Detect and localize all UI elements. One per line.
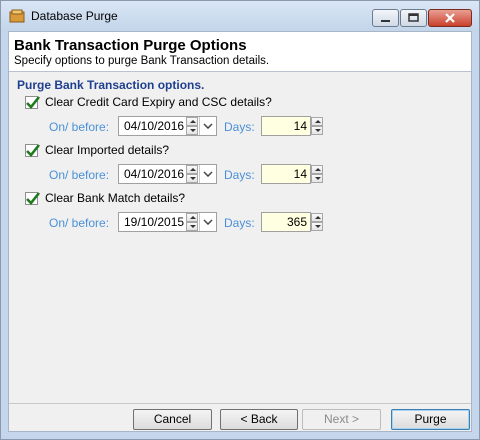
cancel-button[interactable]: Cancel: [133, 409, 212, 430]
minimize-button[interactable]: [372, 9, 399, 27]
imported-checkbox[interactable]: [25, 144, 41, 157]
spin-down-button[interactable]: [311, 126, 323, 135]
spin-up-button[interactable]: [311, 165, 323, 174]
checkmark-icon: [26, 192, 41, 205]
page-title: Bank Transaction Purge Options: [14, 37, 247, 54]
days-value: 365: [286, 215, 307, 229]
database-purge-window: Database Purge Bank Transaction Purge Op…: [0, 0, 480, 440]
credit-card-checkbox-label[interactable]: Clear Credit Card Expiry and CSC details…: [45, 95, 272, 109]
days-label: Days:: [224, 216, 255, 230]
maximize-button[interactable]: [400, 9, 427, 27]
days-spinner[interactable]: [311, 165, 323, 183]
date-value: 04/10/2016: [124, 167, 185, 181]
date-dropdown-button[interactable]: [199, 213, 216, 231]
minimize-icon: [381, 20, 390, 22]
checkmark-icon: [26, 144, 41, 157]
bank-match-checkbox-label[interactable]: Clear Bank Match details?: [45, 191, 185, 205]
credit-card-date-field[interactable]: 04/10/2016: [118, 116, 217, 136]
checkmark-icon: [26, 96, 41, 109]
imported-days-field[interactable]: 14: [261, 164, 311, 184]
on-before-label: On/ before:: [49, 168, 110, 182]
spin-up-button[interactable]: [311, 117, 323, 126]
on-before-label: On/ before:: [49, 216, 110, 230]
spin-up-button[interactable]: [186, 213, 198, 222]
credit-card-days-field[interactable]: 14: [261, 116, 311, 136]
days-label: Days:: [224, 120, 255, 134]
spin-up-button[interactable]: [186, 165, 198, 174]
on-before-label: On/ before:: [49, 120, 110, 134]
dialog-client-area: Bank Transaction Purge Options Specify o…: [8, 31, 472, 432]
group-title: Purge Bank Transaction options.: [17, 78, 205, 92]
back-button[interactable]: < Back: [220, 409, 298, 430]
date-spinner[interactable]: [186, 165, 198, 183]
date-spinner[interactable]: [186, 117, 198, 135]
days-value: 14: [293, 119, 307, 133]
date-value: 19/10/2015: [124, 215, 185, 229]
maximize-icon: [408, 13, 419, 22]
date-dropdown-button[interactable]: [199, 165, 216, 183]
bank-match-days-field[interactable]: 365: [261, 212, 311, 232]
close-button[interactable]: [428, 9, 472, 27]
spin-down-button[interactable]: [186, 174, 198, 183]
days-spinner[interactable]: [311, 117, 323, 135]
chevron-down-icon: [203, 123, 213, 129]
chevron-down-icon: [203, 219, 213, 225]
date-spinner[interactable]: [186, 213, 198, 231]
spin-down-button[interactable]: [311, 222, 323, 231]
next-button[interactable]: Next >: [302, 409, 381, 430]
spin-up-button[interactable]: [186, 117, 198, 126]
purge-button[interactable]: Purge: [391, 409, 470, 430]
close-icon: [445, 13, 455, 23]
imported-date-field[interactable]: 04/10/2016: [118, 164, 217, 184]
spin-down-button[interactable]: [186, 222, 198, 231]
imported-checkbox-label[interactable]: Clear Imported details?: [45, 143, 169, 157]
days-label: Days:: [224, 168, 255, 182]
title-bar[interactable]: Database Purge: [1, 1, 479, 31]
database-icon: [9, 9, 25, 23]
spin-down-button[interactable]: [186, 126, 198, 135]
bank-match-checkbox[interactable]: [25, 192, 41, 205]
days-value: 14: [293, 167, 307, 181]
date-dropdown-button[interactable]: [199, 117, 216, 135]
page-header: Bank Transaction Purge Options Specify o…: [9, 32, 471, 72]
credit-card-checkbox[interactable]: [25, 96, 41, 109]
footer-divider: [9, 403, 471, 404]
window-title: Database Purge: [31, 9, 118, 23]
spin-up-button[interactable]: [311, 213, 323, 222]
date-value: 04/10/2016: [124, 119, 185, 133]
days-spinner[interactable]: [311, 213, 323, 231]
bank-match-date-field[interactable]: 19/10/2015: [118, 212, 217, 232]
page-subtitle: Specify options to purge Bank Transactio…: [14, 55, 270, 67]
spin-down-button[interactable]: [311, 174, 323, 183]
chevron-down-icon: [203, 171, 213, 177]
